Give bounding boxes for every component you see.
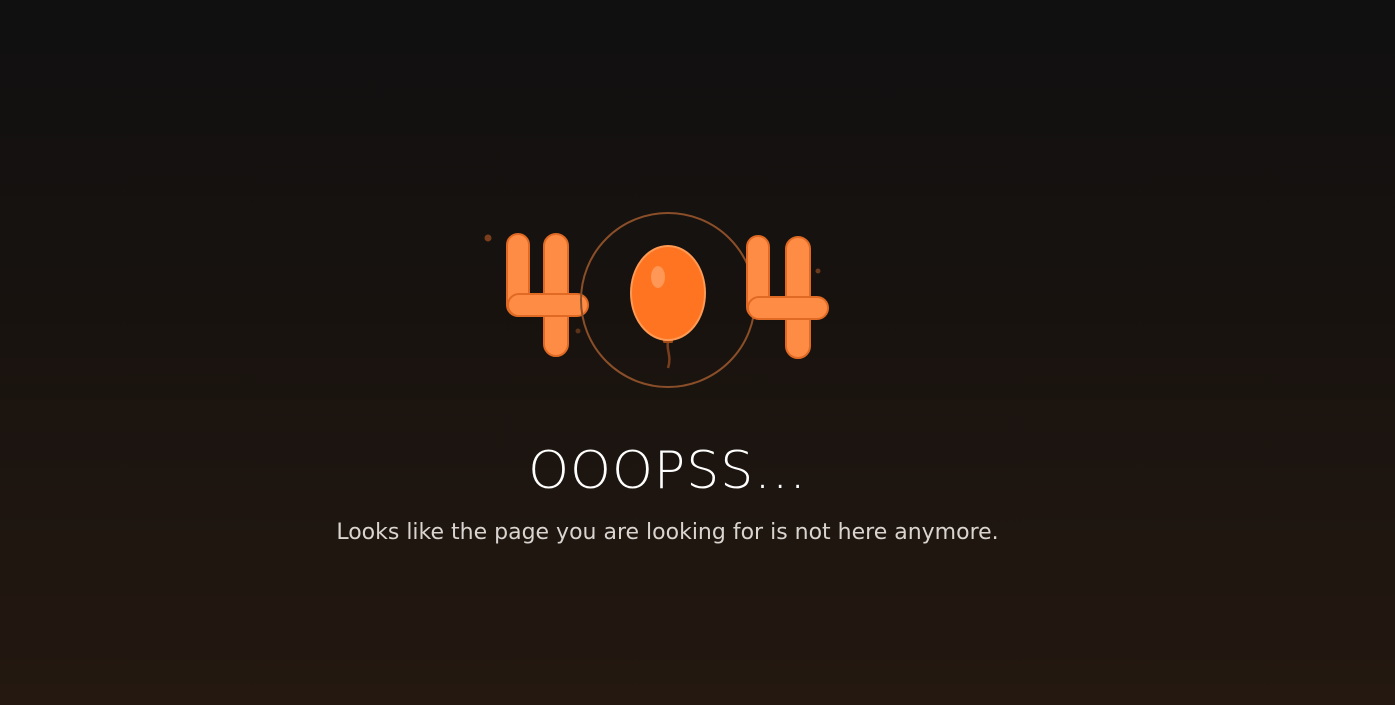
error-404-illustration [470,200,850,400]
decor-dot [484,234,492,242]
decor-dot [575,328,581,334]
digit-four-right [746,235,829,359]
balloon-icon [630,245,706,369]
decor-dot [815,268,821,274]
error-title: OOOPSS... [528,441,807,501]
digit-four-left [506,233,589,357]
error-message: Looks like the page you are looking for … [336,520,999,545]
